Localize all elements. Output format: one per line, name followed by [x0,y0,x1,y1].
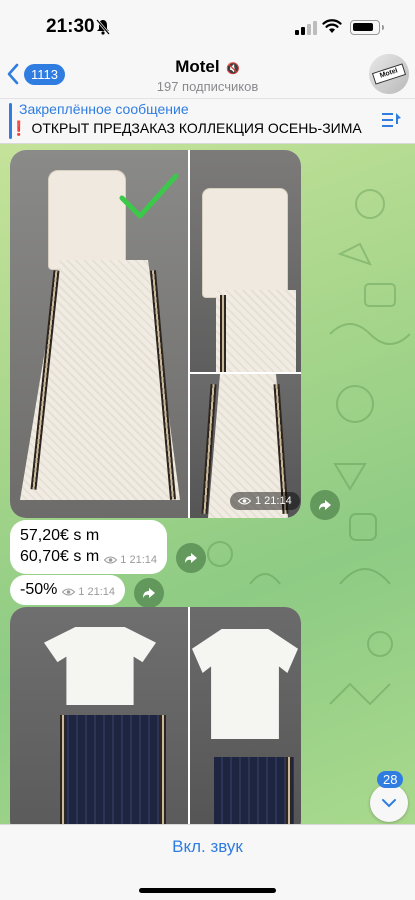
share-arrow-icon [319,500,331,510]
chat-area[interactable]: 1 21:14 57,20€ s m 60,70€ s m 1 21:14 -5… [0,144,415,824]
photo-shirt-set-main[interactable] [10,607,188,824]
subscriber-count: 197 подписчиков [156,79,259,94]
price-line-2: 60,70€ s m [20,548,100,565]
scroll-down-button[interactable] [370,784,408,822]
discount-message[interactable]: -50% 1 21:14 [10,575,125,605]
bottom-bar: Вкл. звук [0,824,415,900]
wifi-icon [322,19,342,33]
price-meta: 1 21:14 [104,554,157,566]
checkmark-icon [119,173,179,219]
muted-icon: 🔇 [226,63,240,75]
share-arrow-icon [143,588,155,598]
battery-icon [350,20,384,35]
unmute-button[interactable]: Вкл. звук [0,837,415,857]
views-icon [104,556,118,564]
share-arrow-icon [185,553,197,563]
exclamation-icon: ❗ [10,120,28,136]
album-message-1[interactable]: 1 21:14 [10,150,301,518]
bell-slash-icon [96,19,110,35]
channel-title-area[interactable]: Motel 🔇 197 подписчиков [0,57,415,94]
discount-meta: 1 21:14 [62,586,115,598]
price-message[interactable]: 57,20€ s m 60,70€ s m 1 21:14 [10,520,167,574]
forward-button-3[interactable] [134,578,164,608]
unread-count-badge: 28 [377,771,404,788]
pinned-text: ОТКРЫТ ПРЕДЗАКАЗ КОЛЛЕКЦИЯ ОСЕНЬ-ЗИМА [31,120,362,136]
album-message-2[interactable] [10,607,301,824]
home-indicator [139,888,276,893]
discount-time-text: 1 21:14 [78,586,115,598]
signal-icon [295,21,317,35]
album1-timestamp: 1 21:14 [230,492,300,510]
pinned-text-line: ❗ ОТКРЫТ ПРЕДЗАКАЗ КОЛЛЕКЦИЯ ОСЕНЬ-ЗИМА [10,120,385,137]
chat-header: 1113 Motel 🔇 197 подписчиков Motel [0,52,415,98]
pinned-title: Закреплённое сообщение [19,101,189,117]
album1-time-text: 1 21:14 [255,495,292,507]
price-time-text: 1 21:14 [120,554,157,566]
forward-button-1[interactable] [310,490,340,520]
forward-button-2[interactable] [176,543,206,573]
discount-text: -50% [20,581,58,598]
wallpaper-doodles [329,189,410,706]
status-bar: 21:30 [0,0,415,52]
channel-avatar[interactable]: Motel [369,54,409,94]
views-icon [62,588,76,596]
pinned-list-icon[interactable] [381,110,403,130]
price-line-1: 57,20€ s m [20,527,100,544]
pinned-message[interactable]: Закреплённое сообщение ❗ ОТКРЫТ ПРЕДЗАКАЗ… [0,98,415,144]
photo-vest-set-2[interactable] [190,150,301,372]
photo-shirt-set-2[interactable] [190,607,301,824]
chevron-down-icon [382,799,396,808]
status-time: 21:30 [46,16,95,37]
channel-name: Motel [175,57,220,76]
photo-vest-set-main[interactable] [10,150,188,518]
views-icon [238,497,251,505]
